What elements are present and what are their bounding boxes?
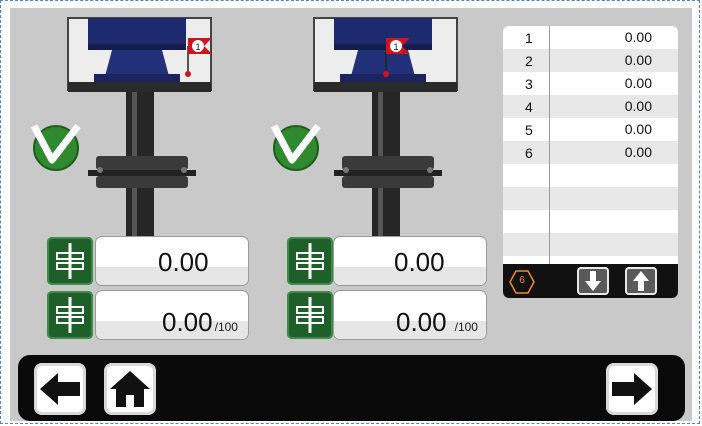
row-value: 0.00 [624,29,652,45]
scroll-up-button[interactable] [625,267,657,295]
column-divider [549,26,550,264]
valve-2-percent-button[interactable] [287,291,333,339]
row-value: 0.00 [624,52,652,68]
valve-illustration-2: 1 [313,17,458,236]
valve-flag-number: 1 [393,42,398,52]
arrow-down-icon [585,271,601,291]
arrow-left-icon [40,373,80,405]
valve-2-percent-field[interactable]: 0.00/100 [334,291,486,339]
back-button[interactable] [34,363,86,415]
table-row[interactable] [503,187,678,210]
row-count: 6 [519,275,525,286]
table-row[interactable]: 4 0.00 [503,95,678,118]
row-index: 2 [525,53,533,69]
data-table: 1 0.00 2 0.00 3 0.00 4 0.00 5 0.00 6 0.0… [503,26,678,298]
valve-unit-2: 1 [300,8,530,240]
row-count-badge: 6 [509,270,535,294]
valve-illustration-1: 1 [67,17,212,236]
bottom-navbar [18,355,685,421]
valve-1-reading-button[interactable] [47,237,93,285]
table-row[interactable]: 2 0.00 [503,49,678,72]
valve-flag-number: 1 [195,42,200,52]
table-row[interactable] [503,233,678,256]
valve-symbol-icon [296,297,324,333]
table-row[interactable] [503,164,678,187]
main-panel: 1 1 0.00 0.00 /100 0.00 0.00 /100 1 0.00… [10,8,692,421]
row-index: 3 [525,76,533,92]
table-row[interactable]: 3 0.00 [503,72,678,95]
valve-2-reading-value: 0.00 [394,247,445,277]
table-footer: 6 [503,264,678,298]
row-index: 5 [525,122,533,138]
row-value: 0.00 [624,121,652,137]
valve-1-percent-value: 0.00 [162,307,213,337]
valve-2-reading-field[interactable]: 0.00 [334,237,486,285]
row-index: 6 [525,145,533,161]
next-button[interactable] [606,363,658,415]
arrow-right-icon [612,373,652,405]
check-ok-icon [270,123,321,171]
valve-unit-1: 1 [54,8,284,240]
table-row[interactable]: 1 0.00 [503,26,678,49]
row-value: 0.00 [624,144,652,160]
valve-1-percent-field[interactable]: 0.00/100 [96,291,248,339]
row-index: 4 [525,99,533,115]
row-value: 0.00 [624,98,652,114]
valve-2-percent-unit: /100 [454,320,478,334]
valve-1-reading-field[interactable]: 0.00 [96,237,248,285]
home-icon [110,371,150,407]
valve-symbol-icon [296,243,324,279]
valve-1-percent-button[interactable] [47,291,93,339]
valve-symbol-icon [56,297,84,333]
scroll-down-button[interactable] [577,267,609,295]
row-value: 0.00 [624,75,652,91]
valve-1-reading-value: 0.00 [158,247,209,277]
check-ok-icon [30,123,81,171]
home-button[interactable] [104,363,156,415]
table-row[interactable]: 5 0.00 [503,118,678,141]
arrow-up-icon [633,271,649,291]
valve-symbol-icon [56,243,84,279]
valve-1-percent-unit: /100 [214,320,238,334]
valve-2-percent-value: 0.00 [396,307,447,337]
row-index: 1 [525,30,533,46]
table-row[interactable] [503,210,678,233]
table-row[interactable]: 6 0.00 [503,141,678,164]
valve-2-reading-button[interactable] [287,237,333,285]
